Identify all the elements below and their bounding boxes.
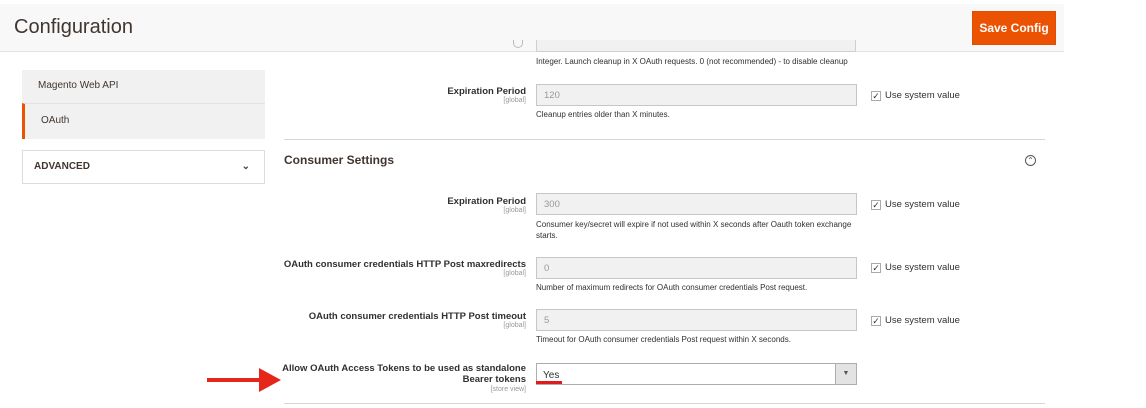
field-scope: [global] xyxy=(503,97,526,104)
field-note: Number of maximum redirects for OAuth co… xyxy=(536,283,808,292)
section-title[interactable]: Consumer Settings xyxy=(284,153,394,167)
field-scope: [global] xyxy=(503,270,526,277)
use-system-value-label: Use system value xyxy=(885,90,960,101)
loading-spinner-icon xyxy=(513,40,523,48)
timeout-input[interactable]: 5 xyxy=(536,309,857,331)
field-note: Consumer key/secret will expire if not u… xyxy=(536,220,852,229)
field-note: Integer. Launch cleanup in X OAuth reque… xyxy=(536,57,848,66)
field-label: Expiration Period xyxy=(447,196,526,207)
consumer-expiration-input[interactable]: 300 xyxy=(536,193,857,215)
field-scope: [store view] xyxy=(490,386,526,393)
annotation-underline xyxy=(536,381,562,384)
use-system-value-label: Use system value xyxy=(885,262,960,273)
cleanup-expiration-input[interactable]: 120 xyxy=(536,84,857,106)
field-label: Expiration Period xyxy=(447,86,526,97)
config-main: Integer. Launch cleanup in X OAuth reque… xyxy=(0,0,1146,408)
section-divider xyxy=(284,139,1045,140)
use-system-value-label: Use system value xyxy=(885,199,960,210)
use-system-value-label: Use system value xyxy=(885,315,960,326)
field-note: Timeout for OAuth consumer credentials P… xyxy=(536,335,791,344)
select-value: Yes xyxy=(543,370,560,381)
field-note: starts. xyxy=(536,231,558,240)
section-divider xyxy=(284,403,1045,404)
field-scope: [global] xyxy=(503,207,526,214)
field-scope: [global] xyxy=(503,322,526,329)
annotation-arrow-icon xyxy=(259,368,281,392)
use-system-value-checkbox[interactable]: ✓ xyxy=(871,200,881,210)
use-system-value-checkbox[interactable]: ✓ xyxy=(871,316,881,326)
use-system-value-checkbox[interactable]: ✓ xyxy=(871,91,881,101)
cleanup-probability-field[interactable] xyxy=(536,40,856,52)
field-note: Cleanup entries older than X minutes. xyxy=(536,110,670,119)
field-label: Allow OAuth Access Tokens to be used as … xyxy=(282,363,526,374)
dropdown-arrow-icon: ▼ xyxy=(835,364,856,384)
collapse-circle-icon[interactable]: ⌃ xyxy=(1025,155,1036,166)
field-label: OAuth consumer credentials HTTP Post max… xyxy=(283,259,526,270)
field-label: Bearer tokens xyxy=(462,374,526,385)
use-system-value-checkbox[interactable]: ✓ xyxy=(871,263,881,273)
field-label: OAuth consumer credentials HTTP Post tim… xyxy=(308,311,526,322)
maxredirects-input[interactable]: 0 xyxy=(536,257,857,279)
annotation-arrow xyxy=(207,378,261,382)
bearer-tokens-select[interactable]: Yes ▼ xyxy=(536,363,857,385)
